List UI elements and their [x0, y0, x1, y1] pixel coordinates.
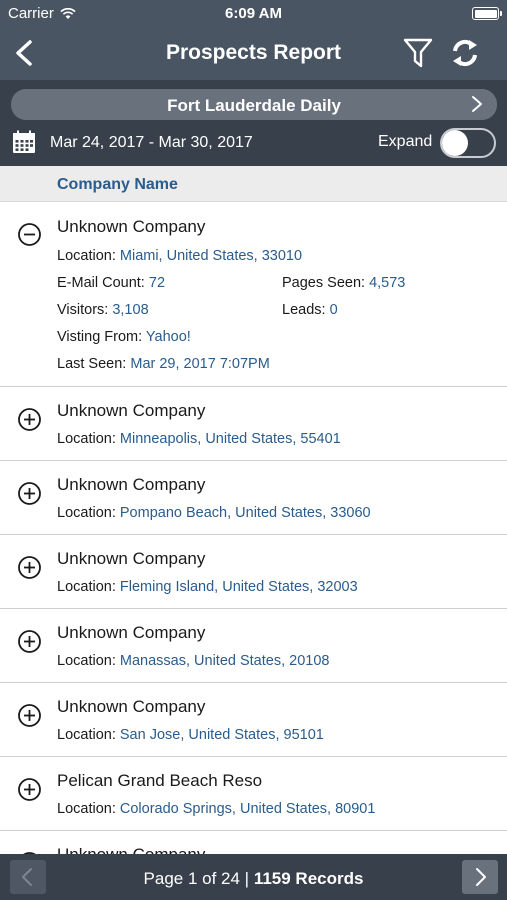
report-selector-button[interactable]: Fort Lauderdale Daily [11, 89, 497, 120]
location-value: Pompano Beach, United States, 33060 [119, 505, 371, 521]
visiting-from-line: Visting From: Yahoo! [57, 329, 191, 345]
pages-seen-line: Pages Seen: 4,573 [282, 275, 405, 291]
email-count-line: E-Mail Count: 72 [57, 275, 165, 291]
pagination-bar: Page 1 of 24 | 1159 Records [0, 854, 507, 900]
visitors-label: Visitors: [57, 302, 113, 318]
visiting-from-value: Yahoo! [145, 329, 191, 345]
battery-icon [472, 7, 502, 20]
location-label: Location: [57, 505, 120, 521]
location-label: Location: [57, 653, 120, 669]
expand-plus-icon[interactable] [17, 777, 42, 802]
report-name: Fort Lauderdale Daily [167, 96, 341, 115]
toggle-knob [442, 130, 468, 156]
leads-line: Leads: 0 [282, 302, 338, 318]
location-line: Location: San Jose, United States, 95101 [57, 727, 324, 743]
list-item[interactable]: Unknown Company Location: San Jose, Unit… [0, 683, 507, 757]
visitors-line: Visitors: 3,108 [57, 302, 149, 318]
location-value: San Jose, United States, 95101 [119, 727, 324, 743]
email-count-value: 72 [148, 275, 166, 291]
location-label: Location: [57, 727, 120, 743]
column-header: Company Name [0, 166, 507, 202]
location-value: Minneapolis, United States, 55401 [119, 431, 341, 447]
pages-seen-label: Pages Seen: [282, 275, 370, 291]
pages-seen-value: 4,573 [369, 275, 406, 291]
location-value: Manassas, United States, 20108 [119, 653, 330, 669]
location-value: Miami, United States, 33010 [119, 248, 303, 264]
status-bar: Carrier 6:09 AM [0, 0, 507, 28]
refresh-icon[interactable] [448, 36, 482, 70]
company-name: Unknown Company [57, 623, 206, 642]
nav-bar: Prospects Report [0, 28, 507, 80]
list-item[interactable]: Pelican Grand Beach Reso Location: Color… [0, 757, 507, 831]
pager-separator: | [239, 869, 254, 888]
company-name: Pelican Grand Beach Reso [57, 771, 263, 790]
location-label: Location: [57, 579, 120, 595]
last-seen-line: Last Seen: Mar 29, 2017 7:07PM [57, 356, 270, 372]
expand-plus-icon[interactable] [17, 629, 42, 654]
location-label: Location: [57, 801, 120, 817]
expand-toggle[interactable] [440, 128, 496, 158]
location-label: Location: [57, 431, 120, 447]
location-value: Fleming Island, United States, 32003 [119, 579, 358, 595]
expand-plus-icon[interactable] [17, 481, 42, 506]
prospects-list[interactable]: Unknown Company Location: Miami, United … [0, 202, 507, 854]
company-name: Unknown Company [57, 217, 206, 236]
location-line: Location: Manassas, United States, 20108 [57, 653, 329, 669]
filter-icon[interactable] [402, 36, 434, 70]
chevron-right-icon [476, 868, 486, 886]
list-item[interactable]: Unknown Company [0, 831, 507, 854]
record-count: 1159 Records [253, 869, 364, 888]
company-name: Unknown Company [57, 845, 205, 854]
location-line: Location: Fleming Island, United States,… [57, 579, 358, 595]
next-page-button[interactable] [462, 860, 498, 894]
location-label: Location: [57, 248, 120, 264]
company-name: Unknown Company [57, 475, 206, 494]
expand-plus-icon[interactable] [17, 555, 42, 580]
last-seen-value: Mar 29, 2017 7:07PM [130, 356, 270, 372]
location-value: Colorado Springs, United States, 80901 [119, 801, 376, 817]
expand-plus-icon[interactable] [17, 703, 42, 728]
column-header-company-name[interactable]: Company Name [57, 176, 178, 194]
list-item[interactable]: Unknown Company Location: Fleming Island… [0, 535, 507, 609]
list-item[interactable]: Unknown Company Location: Minneapolis, U… [0, 387, 507, 461]
expand-label: Expand [378, 133, 433, 150]
list-item[interactable]: Unknown Company Location: Miami, United … [0, 202, 507, 387]
location-line: Location: Colorado Springs, United State… [57, 801, 375, 817]
location-line: Location: Minneapolis, United States, 55… [57, 431, 341, 447]
date-row: Mar 24, 2017 - Mar 30, 2017 Expand [0, 126, 507, 166]
list-item[interactable]: Unknown Company Location: Manassas, Unit… [0, 609, 507, 683]
report-header: Fort Lauderdale Daily Mar 24, 2017 - Mar… [0, 80, 507, 166]
expand-plus-icon[interactable] [17, 407, 42, 432]
company-name: Unknown Company [57, 697, 206, 716]
calendar-icon[interactable] [12, 130, 36, 154]
company-name: Unknown Company [57, 401, 206, 420]
chevron-right-icon [472, 96, 482, 112]
leads-value: 0 [329, 302, 338, 318]
location-line: Location: Pompano Beach, United States, … [57, 505, 371, 521]
status-time: 6:09 AM [225, 5, 282, 22]
leads-label: Leads: [282, 302, 330, 318]
page-indicator: Page 1 of 24 [143, 869, 240, 888]
visitors-value: 3,108 [112, 302, 149, 318]
pagination-status: Page 1 of 24 | 1159 Records [0, 869, 507, 889]
last-seen-label: Last Seen: [57, 356, 131, 372]
collapse-minus-icon[interactable] [17, 222, 42, 247]
company-name: Unknown Company [57, 549, 206, 568]
date-range: Mar 24, 2017 - Mar 30, 2017 [50, 134, 253, 151]
email-count-label: E-Mail Count: [57, 275, 149, 291]
visiting-from-label: Visting From: [57, 329, 146, 345]
location-line: Location: Miami, United States, 33010 [57, 248, 302, 264]
list-item[interactable]: Unknown Company Location: Pompano Beach,… [0, 461, 507, 535]
